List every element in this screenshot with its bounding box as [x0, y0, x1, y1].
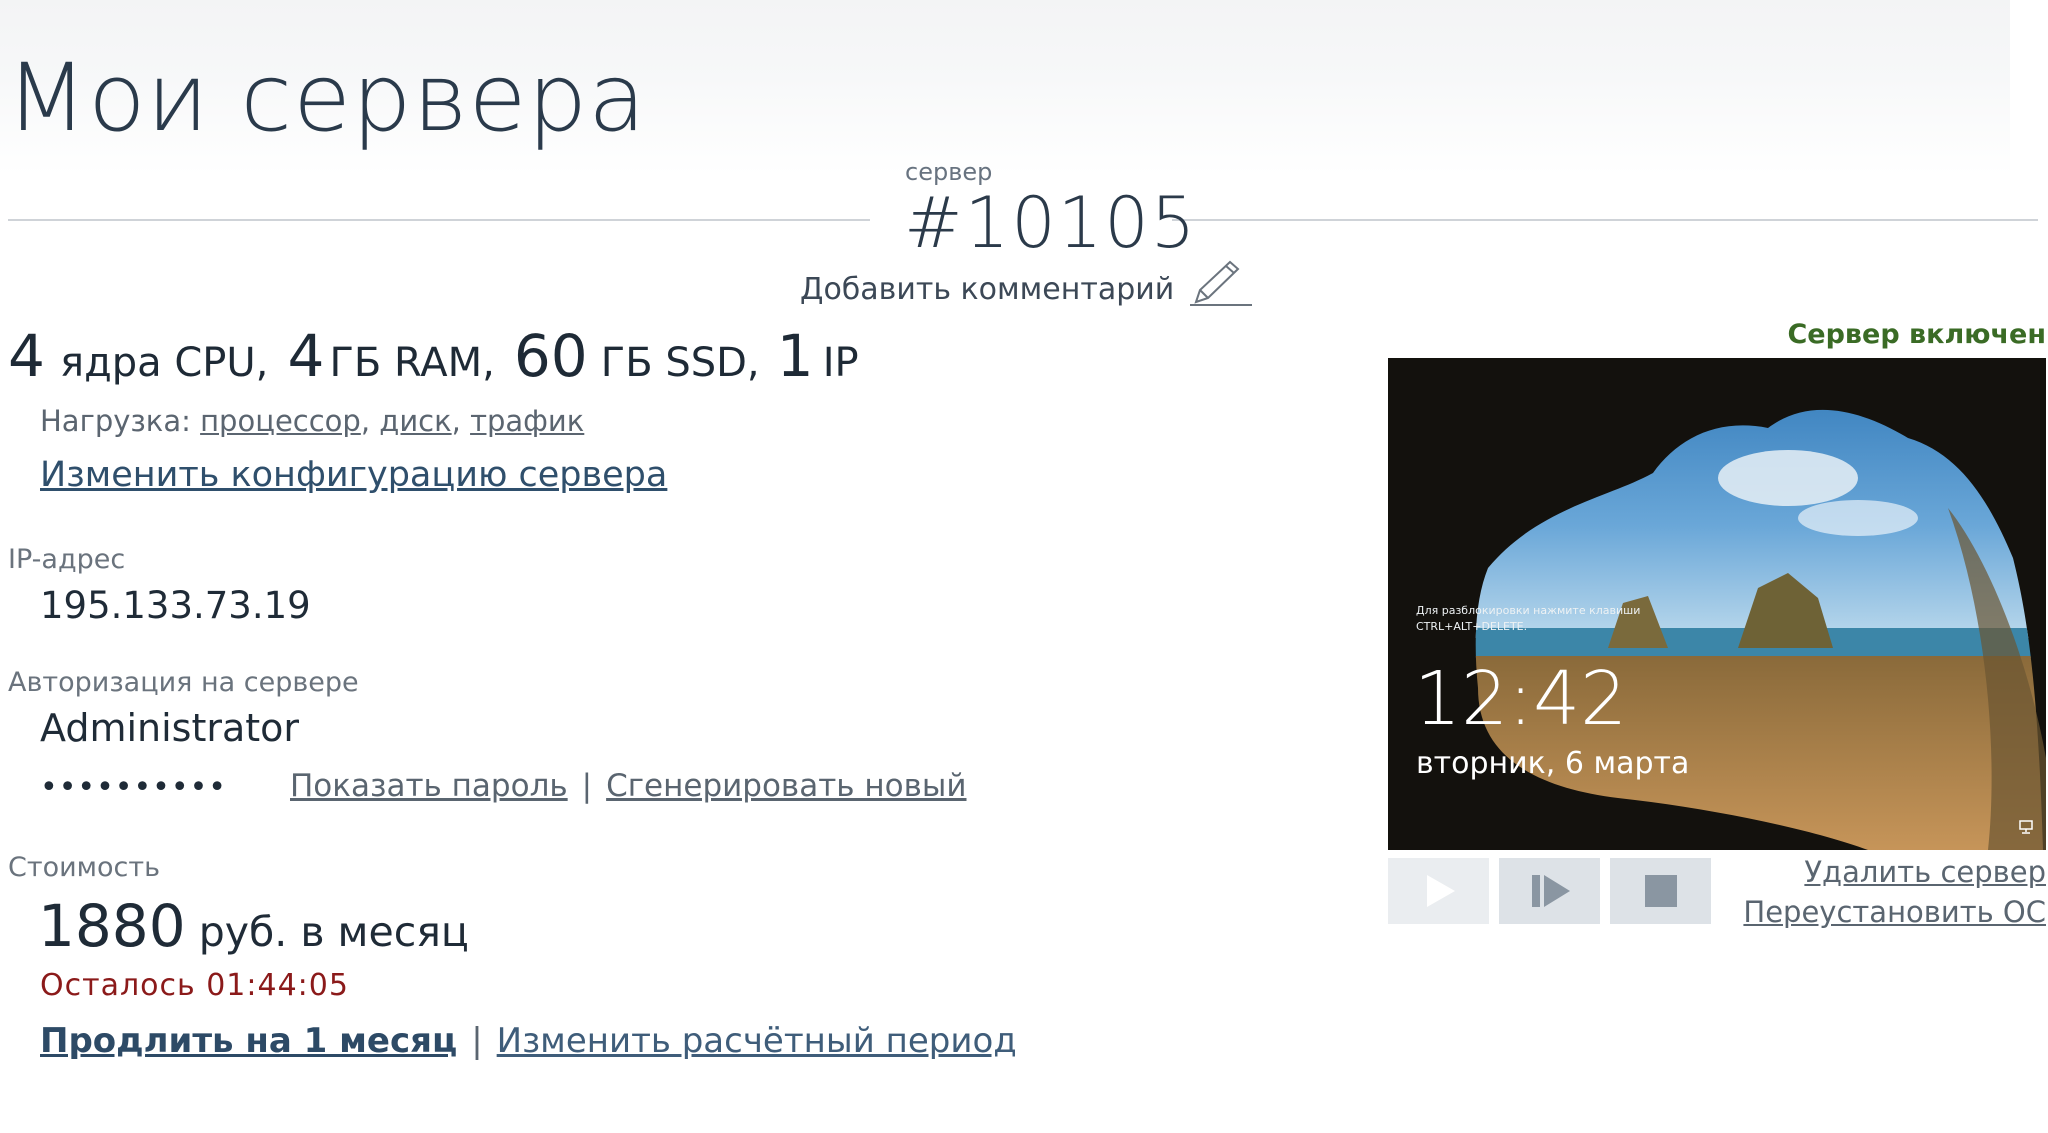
server-specs: 4 ядра CPU, 4 ГБ RAM, 60 ГБ SSD, 1 IP — [8, 322, 859, 390]
cost-label: Стоимость — [8, 852, 161, 883]
ip-count-value: 1 — [776, 322, 814, 390]
ip-count-unit: IP — [822, 340, 859, 386]
separator: | — [581, 768, 593, 804]
stop-icon — [1644, 875, 1677, 907]
divider-left — [8, 219, 870, 221]
cpu-unit: ядра CPU, — [60, 340, 269, 386]
start-button[interactable] — [1388, 858, 1489, 924]
resume-button[interactable] — [1499, 858, 1600, 924]
auth-label: Авторизация на сервере — [8, 667, 359, 698]
change-period-link[interactable]: Изменить расчётный период — [497, 1021, 1017, 1061]
load-cpu-link[interactable]: процессор — [200, 404, 361, 438]
reinstall-os-link[interactable]: Переустановить ОС — [1743, 895, 2046, 929]
ip-value: 195.133.73.19 — [40, 584, 311, 627]
ssd-unit: ГБ SSD, — [600, 340, 760, 386]
generate-password-link[interactable]: Сгенерировать новый — [606, 768, 966, 804]
change-config-link[interactable]: Изменить конфигурацию сервера — [40, 455, 667, 495]
lockscreen-hint: Для разблокировки нажмите клавиши CTRL+A… — [1416, 603, 1716, 635]
ip-label: IP-адрес — [8, 544, 126, 575]
price: 1880 руб. в месяц — [38, 892, 469, 960]
delete-server: Удалить сервер — [1804, 855, 2046, 889]
lockscreen-hint-line1: Для разблокировки нажмите клавиши — [1416, 604, 1641, 617]
ram-unit: ГБ RAM, — [329, 340, 495, 386]
load-disk-link[interactable]: диск — [379, 404, 451, 438]
ram-value: 4 — [287, 322, 325, 390]
network-icon — [2019, 820, 2033, 834]
page-title: Мои сервера — [6, 44, 647, 153]
play-icon — [1426, 875, 1455, 907]
delete-server-link[interactable]: Удалить сервер — [1804, 855, 2046, 889]
lockscreen-time: 12:42 — [1414, 656, 1628, 742]
extend-link[interactable]: Продлить на 1 месяц — [40, 1021, 457, 1061]
lockscreen-date: вторник, 6 марта — [1416, 746, 1690, 781]
password-mask: •••••••••• — [40, 770, 227, 805]
price-unit: руб. в месяц — [198, 908, 469, 956]
show-password-link[interactable]: Показать пароль — [290, 768, 568, 804]
load-line: Нагрузка: процессор, диск, трафик — [40, 404, 585, 438]
lockscreen-hint-line2: CTRL+ALT+DELETE. — [1416, 620, 1528, 633]
server-status: Сервер включен — [1787, 319, 2046, 350]
add-comment-button[interactable]: Добавить комментарий — [800, 272, 1174, 307]
load-label: Нагрузка: — [40, 404, 191, 438]
billing-actions: Продлить на 1 месяц | Изменить расчётный п… — [40, 1021, 1017, 1061]
cpu-value: 4 — [8, 322, 45, 390]
reinstall-os: Переустановить ОС — [1743, 895, 2046, 929]
ssd-value: 60 — [513, 322, 588, 390]
step-forward-icon — [1531, 875, 1570, 907]
separator: | — [471, 1021, 483, 1061]
server-id: #10105 — [904, 182, 1198, 264]
pencil-icon[interactable] — [1186, 254, 1256, 310]
load-traffic-link[interactable]: трафик — [470, 404, 584, 438]
stop-button[interactable] — [1610, 858, 1711, 924]
remaining-time: Осталось 01:44:05 — [40, 968, 349, 1003]
price-amount: 1880 — [38, 892, 186, 960]
divider-right — [1172, 219, 2038, 221]
auth-username: Administrator — [40, 706, 300, 750]
password-actions: Показать пароль | Сгенерировать новый — [290, 768, 967, 804]
server-screen-preview[interactable]: Для разблокировки нажмите клавиши CTRL+A… — [1388, 358, 2046, 850]
